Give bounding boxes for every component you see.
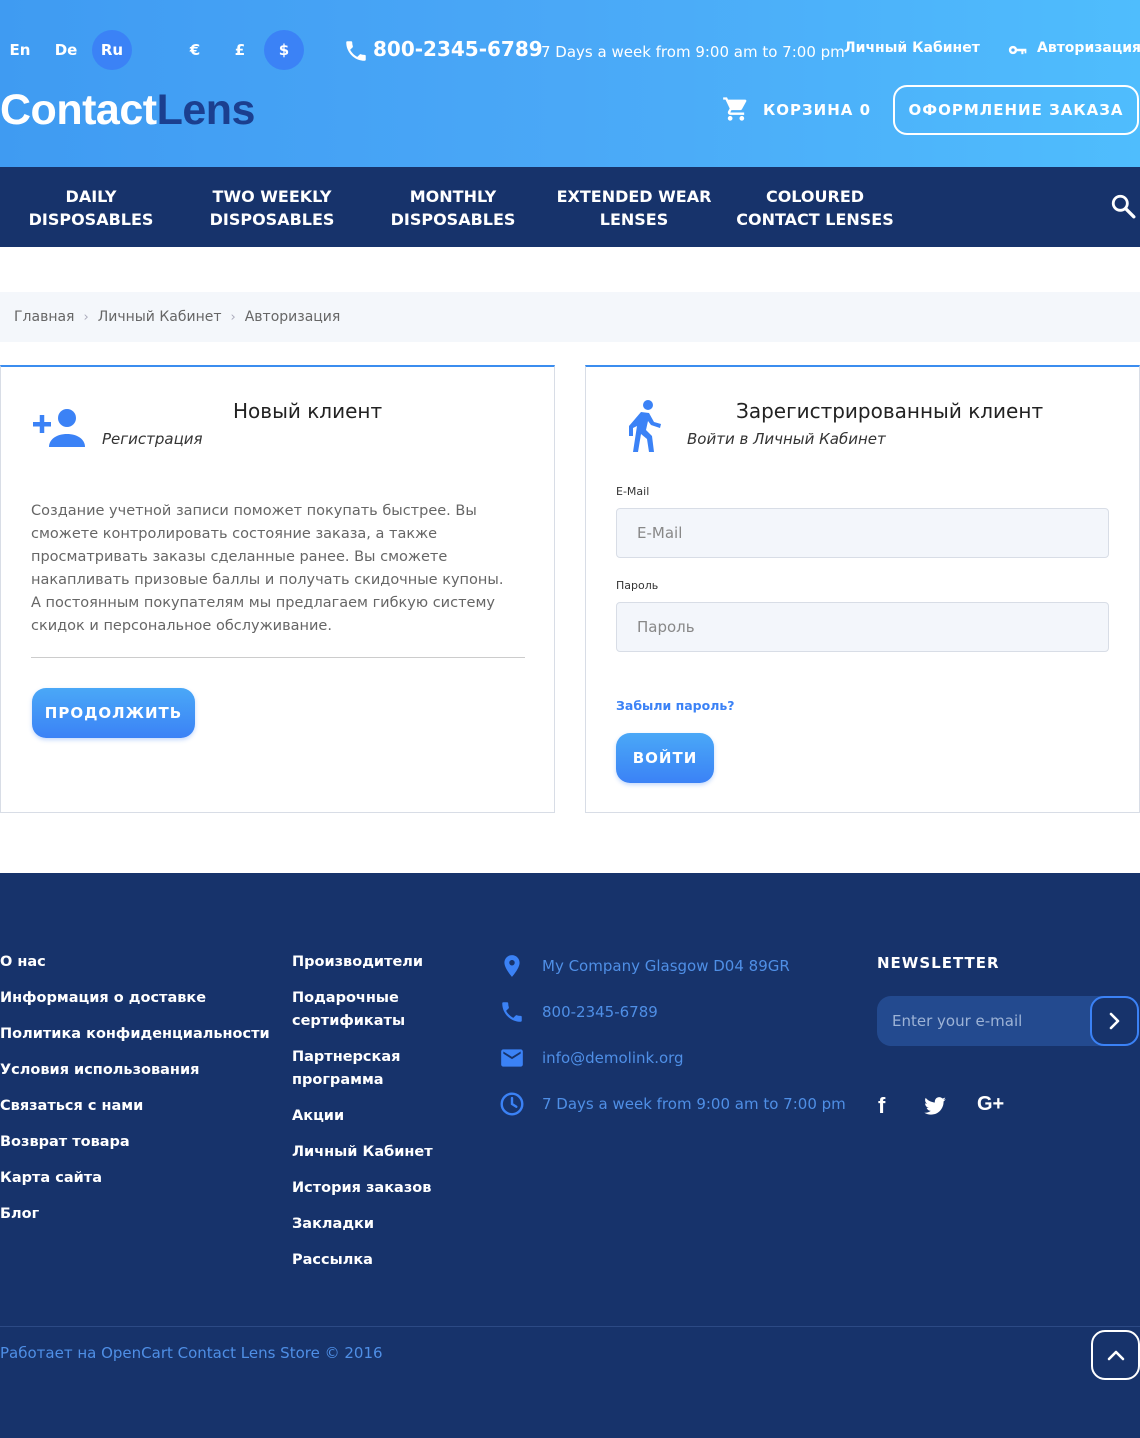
mail-icon	[501, 1049, 523, 1067]
nav-item-coloured[interactable]: COLOURED CONTACT LENSES	[725, 185, 905, 231]
password-field-wrapper	[616, 602, 1109, 652]
returning-client-title: Зарегистрированный клиент	[736, 399, 1044, 423]
nav-label-line2: CONTACT LENSES	[736, 210, 894, 229]
new-client-panel: Новый клиент Регистрация Создание учетно…	[0, 365, 555, 813]
footer-link-newsletter[interactable]: Рассылка	[292, 1249, 373, 1272]
scroll-to-top-button[interactable]	[1091, 1330, 1140, 1380]
footer-link-manufacturers[interactable]: Производители	[292, 951, 423, 974]
nav-label-line2: DISPOSABLES	[209, 210, 335, 229]
copyright: Работает на OpenCart Contact Lens Store …	[0, 1344, 383, 1362]
nav-label-line2: DISPOSABLES	[28, 210, 154, 229]
newsletter-title: NEWSLETTER	[877, 954, 1000, 972]
footer-link-specials[interactable]: Акции	[292, 1105, 344, 1128]
footer-link-returns[interactable]: Возврат товара	[0, 1131, 130, 1154]
facebook-icon[interactable]: f	[878, 1093, 885, 1119]
currency-eur-button[interactable]: €	[175, 30, 215, 70]
footer-link-affiliate[interactable]: Партнерская программа	[292, 1046, 442, 1092]
nav-label-line2: DISPOSABLES	[390, 210, 516, 229]
breadcrumb-login[interactable]: Авторизация	[245, 309, 341, 325]
footer-link-account[interactable]: Личный Кабинет	[292, 1141, 433, 1164]
lang-en-button[interactable]: En	[0, 30, 40, 70]
phone-icon	[502, 1002, 522, 1022]
chevron-right-icon: ›	[230, 309, 236, 325]
site-footer: О нас Информация о доставке Политика кон…	[0, 873, 1140, 1438]
google-plus-icon[interactable]: G+	[977, 1093, 1004, 1116]
divider	[31, 657, 525, 658]
breadcrumb-home[interactable]: Главная	[14, 309, 74, 325]
nav-label-line1: TWO WEEKLY	[212, 187, 332, 206]
clock-icon	[500, 1092, 524, 1116]
cart-button[interactable]: КОРЗИНА 0	[763, 101, 871, 119]
key-icon	[1008, 45, 1027, 55]
header-phone[interactable]: 800-2345-6789	[373, 37, 543, 61]
chevron-up-icon	[1107, 1350, 1124, 1361]
footer-email[interactable]: info@demolink.org	[542, 1049, 684, 1067]
phone-icon	[346, 41, 366, 61]
newsletter-submit-button[interactable]	[1090, 996, 1139, 1046]
footer-link-order-history[interactable]: История заказов	[292, 1177, 431, 1200]
nav-item-extended-wear[interactable]: EXTENDED WEAR LENSES	[544, 185, 724, 231]
site-logo[interactable]: ContactLens	[0, 86, 255, 135]
footer-link-delivery[interactable]: Информация о доставке	[0, 987, 206, 1010]
walking-person-icon	[629, 400, 661, 452]
main-nav: DAILY DISPOSABLES TWO WEEKLY DISPOSABLES…	[0, 167, 1140, 247]
email-field-wrapper	[616, 508, 1109, 558]
footer-link-gift-certificates[interactable]: Подарочные сертификаты	[292, 987, 442, 1033]
checkout-button[interactable]: ОФОРМЛЕНИЕ ЗАКАЗА	[893, 85, 1139, 135]
nav-label-line1: COLOURED	[765, 187, 865, 206]
email-label: E-Mail	[616, 485, 650, 498]
footer-address: My Company Glasgow D04 89GR	[542, 957, 790, 975]
footer-link-sitemap[interactable]: Карта сайта	[0, 1167, 102, 1190]
footer-link-contact[interactable]: Связаться с нами	[0, 1095, 143, 1118]
cart-icon	[723, 97, 747, 121]
footer-link-blog[interactable]: Блог	[0, 1203, 39, 1226]
nav-item-two-weekly[interactable]: TWO WEEKLY DISPOSABLES	[182, 185, 362, 231]
nav-label-line2: LENSES	[599, 210, 669, 229]
newsletter-email-input[interactable]	[877, 996, 1089, 1046]
lang-de-button[interactable]: De	[46, 30, 86, 70]
password-label: Пароль	[616, 579, 659, 592]
email-field[interactable]	[617, 509, 1108, 557]
footer-divider	[0, 1326, 1140, 1327]
footer-phone[interactable]: 800-2345-6789	[542, 1003, 658, 1021]
logo-text-contact: Contact	[0, 86, 157, 134]
newsletter-form	[877, 996, 1139, 1046]
footer-hours: 7 Days a week from 9:00 am to 7:00 pm	[542, 1095, 846, 1113]
breadcrumb: Главная › Личный Кабинет › Авторизация	[0, 292, 1140, 342]
new-client-description: Создание учетной записи поможет покупать…	[31, 503, 504, 634]
header-hours: 7 Days a week from 9:00 am to 7:00 pm	[541, 43, 845, 61]
nav-label-line1: MONTHLY	[409, 187, 497, 206]
logo-text-lens: Lens	[156, 86, 256, 134]
nav-label-line1: DAILY	[65, 187, 117, 206]
footer-link-privacy[interactable]: Политика конфиденциальности	[0, 1023, 270, 1046]
nav-item-daily[interactable]: DAILY DISPOSABLES	[1, 185, 181, 231]
login-link[interactable]: Авторизация	[1037, 40, 1140, 56]
returning-client-panel: Зарегистрированный клиент Войти в Личный…	[585, 365, 1140, 813]
new-client-subtitle: Регистрация	[102, 430, 203, 448]
footer-link-about[interactable]: О нас	[0, 951, 46, 974]
site-header: En De Ru € £ $ 800-2345-6789 7 Days a we…	[0, 0, 1140, 167]
footer-link-wishlist[interactable]: Закладки	[292, 1213, 374, 1236]
location-pin-icon	[504, 955, 520, 977]
currency-gbp-button[interactable]: £	[220, 30, 260, 70]
chevron-right-icon: ›	[83, 309, 89, 325]
add-user-icon	[33, 409, 85, 447]
lang-ru-button[interactable]: Ru	[92, 30, 132, 70]
footer-link-terms[interactable]: Условия использования	[0, 1059, 199, 1082]
login-button[interactable]: ВОЙТИ	[616, 733, 714, 783]
new-client-title: Новый клиент	[233, 399, 383, 423]
breadcrumb-account[interactable]: Личный Кабинет	[98, 309, 222, 325]
twitter-icon[interactable]	[924, 1097, 946, 1115]
forgot-password-link[interactable]: Забыли пароль?	[616, 698, 735, 713]
nav-label-line1: EXTENDED WEAR	[556, 187, 712, 206]
account-link[interactable]: Личный Кабинет	[844, 40, 980, 56]
password-field[interactable]	[617, 603, 1108, 651]
nav-item-monthly[interactable]: MONTHLY DISPOSABLES	[363, 185, 543, 231]
currency-usd-button[interactable]: $	[264, 30, 304, 70]
chevron-right-icon	[1109, 1012, 1119, 1030]
search-icon[interactable]	[1110, 193, 1136, 219]
returning-client-subtitle: Войти в Личный Кабинет	[687, 430, 886, 448]
continue-button[interactable]: ПРОДОЛЖИТЬ	[32, 688, 195, 738]
